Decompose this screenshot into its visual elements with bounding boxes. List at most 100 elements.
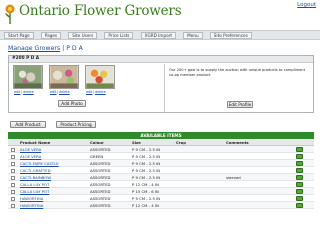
flower-photo [49, 65, 79, 89]
size-cell: P 9 CM - 2.5 IN [132, 161, 161, 166]
edit-icon[interactable] [296, 195, 303, 202]
table-row: CALLA LILY POT ASSORTED P 12 CM - 4 IN [8, 181, 314, 188]
table-row: HAWORTHIA ASSORTED P 12 CM - 4 IN [8, 202, 314, 209]
product-name-link[interactable]: CACTI-GRAFTED [20, 167, 51, 174]
photo-2-separator: | [57, 90, 59, 94]
breadcrumb: Manage Growers | P D A [8, 45, 83, 52]
product-name-link[interactable]: CACTI-FAIRY CASTLE [20, 160, 59, 167]
flower-photo [13, 65, 43, 89]
size-cell: P 9 CM - 2.5 IN [132, 175, 161, 180]
product-pricing-button[interactable]: Product Pricing [56, 121, 96, 128]
row-checkbox[interactable] [11, 188, 15, 195]
photo-2-edit-link[interactable]: edit [50, 90, 57, 94]
logout-link[interactable]: Logout [297, 2, 316, 8]
colour-cell: ASSORTED [90, 203, 111, 208]
row-checkbox[interactable] [11, 153, 15, 160]
nav-tab-xgrd-import[interactable]: XGRD Import [140, 31, 177, 39]
table-body: ALOE VERA ASSORTED P 9 CM - 2.5 IN ALOE VER… [8, 146, 314, 209]
edit-icon[interactable] [296, 188, 303, 195]
colour-cell: ASSORTED [90, 196, 111, 201]
table-row: HAWORTHIA ASSORTED P 9 CM - 2.5 IN [8, 195, 314, 202]
colour-cell: GREEN [90, 154, 104, 159]
size-cell: P 9 CM - 2.5 IN [132, 196, 161, 201]
column-header-colour: Colour [90, 140, 104, 145]
breadcrumb-current: P D A [66, 45, 83, 52]
table-row: ALOE VERA GREEN P 9 CM - 2.5 IN [8, 153, 314, 160]
edit-profile-button[interactable]: Edit Profile [227, 101, 253, 108]
nav-tab-menu[interactable]: Menu [183, 31, 203, 39]
table-header-row: Product Name Colour Size Crop Comments [8, 139, 314, 146]
colour-cell: ASSORTED [90, 182, 111, 187]
size-cell: P 15 CM - 6 IN [132, 189, 159, 194]
size-cell: P 12 CM - 4 IN [132, 182, 159, 187]
row-checkbox[interactable] [11, 167, 15, 174]
row-checkbox[interactable] [11, 195, 15, 202]
add-product-button[interactable]: Add Product [10, 121, 46, 128]
size-cell: P 9 CM - 2.5 IN [132, 147, 161, 152]
grower-heading: #200 P D A [9, 56, 313, 63]
product-name-link[interactable]: HAWORTHIA [20, 195, 43, 202]
product-name-link[interactable]: ALOE VERA [20, 153, 41, 160]
grower-description: Our 200+ goal is to supply the auction w… [169, 68, 305, 77]
main-nav: Start Page Pages Site Users Price Lists … [0, 30, 320, 40]
photo-1-separator: | [21, 90, 23, 94]
available-items-table: AVAILABLE ITEMS Product Name Colour Size… [8, 132, 314, 209]
photo-2-delete-link[interactable]: delete [59, 90, 70, 94]
colour-cell: ASSORTED [90, 161, 111, 166]
edit-icon[interactable] [296, 181, 303, 188]
nav-tab-site-preferences[interactable]: Site Preferences [209, 31, 252, 39]
edit-icon[interactable] [296, 174, 303, 181]
edit-icon[interactable] [296, 202, 303, 209]
product-name-link[interactable]: CALLA LILY POT [20, 181, 49, 188]
nav-tab-pages[interactable]: Pages [40, 31, 62, 39]
product-name-link[interactable]: ALOE VERA [20, 146, 41, 153]
row-checkbox[interactable] [11, 146, 15, 153]
photo-3-edit-link[interactable]: edit [86, 90, 93, 94]
edit-icon[interactable] [296, 153, 303, 160]
size-cell: P 9 CM - 2.5 IN [132, 154, 161, 159]
product-name-link[interactable]: CALLA LILY POT [20, 188, 49, 195]
nav-tab-price-lists[interactable]: Price Lists [104, 31, 134, 39]
table-row: CALLA LILY POT ASSORTED P 15 CM - 6 IN [8, 188, 314, 195]
row-checkbox[interactable] [11, 181, 15, 188]
nav-tab-site-users[interactable]: Site Users [68, 31, 98, 39]
table-title: AVAILABLE ITEMS [8, 132, 314, 139]
site-title: Ontario Flower Growers [19, 3, 182, 19]
size-cell: P 9 CM - 2.5 IN [132, 168, 161, 173]
breadcrumb-manage-growers-link[interactable]: Manage Growers [8, 45, 60, 52]
table-row: CACTI-GRAFTED ASSORTED P 9 CM - 2.5 IN [8, 167, 314, 174]
table-row: CACTI-FAIRY CASTLE ASSORTED P 9 CM - 2.5 I… [8, 160, 314, 167]
column-header-product: Product Name [20, 140, 51, 145]
flower-photo [85, 65, 115, 89]
edit-icon[interactable] [296, 146, 303, 153]
edit-icon[interactable] [296, 167, 303, 174]
column-header-comments: Comments [226, 140, 249, 145]
colour-cell: ASSORTED [90, 175, 111, 180]
table-row: CACTI-RAINBOW ASSORTED P 9 CM - 2.5 IN slee… [8, 174, 314, 181]
colour-cell: ASSORTED [90, 147, 111, 152]
size-cell: P 12 CM - 4 IN [132, 203, 159, 208]
photo-1-edit-link[interactable]: edit [14, 90, 21, 94]
edit-icon[interactable] [296, 160, 303, 167]
row-checkbox[interactable] [11, 174, 15, 181]
column-header-crop: Crop [176, 140, 186, 145]
photo-3-separator: | [93, 90, 95, 94]
panel-divider [164, 64, 165, 112]
nav-tab-start-page[interactable]: Start Page [4, 31, 34, 39]
colour-cell: ASSORTED [90, 189, 111, 194]
row-checkbox[interactable] [11, 160, 15, 167]
column-header-size: Size [132, 140, 141, 145]
product-name-link[interactable]: CACTI-RAINBOW [20, 174, 51, 181]
grower-panel: #200 P D A edit | delete edit | delete e… [8, 55, 314, 113]
flower-logo-icon [5, 4, 15, 24]
colour-cell: ASSORTED [90, 168, 111, 173]
add-photo-button[interactable]: Add Photo [58, 100, 86, 107]
row-checkbox[interactable] [11, 202, 15, 209]
table-row: ALOE VERA ASSORTED P 9 CM - 2.5 IN [8, 146, 314, 153]
product-name-link[interactable]: HAWORTHIA [20, 202, 43, 209]
photo-gallery: edit | delete edit | delete edit | delet… [13, 65, 163, 109]
photo-3-delete-link[interactable]: delete [95, 90, 106, 94]
photo-1-delete-link[interactable]: delete [23, 90, 34, 94]
app-header: Ontario Flower Growers Logout [0, 0, 320, 30]
comments-cell: sleeved [226, 175, 241, 180]
